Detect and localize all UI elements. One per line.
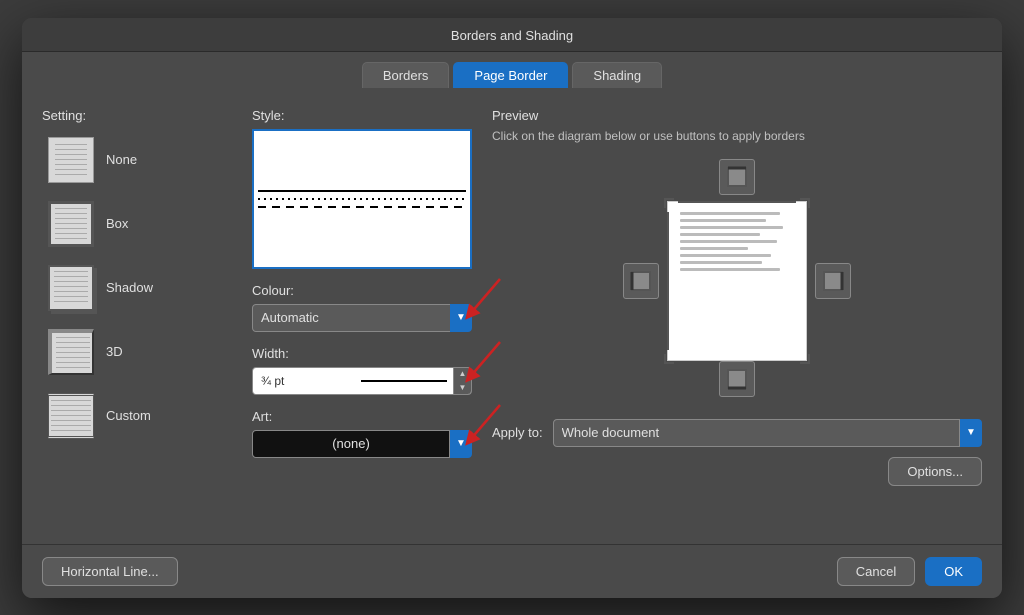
preview-bottom-row xyxy=(675,361,799,397)
setting-custom-icon xyxy=(48,393,94,439)
style-list[interactable] xyxy=(252,129,472,269)
preview-top-row xyxy=(675,159,799,195)
width-label: Width: xyxy=(252,346,472,361)
setting-shadow[interactable]: Shadow xyxy=(42,261,232,315)
width-stepper-down[interactable]: ▼ xyxy=(454,381,471,395)
style-line-solid[interactable] xyxy=(258,190,466,192)
preview-description: Click on the diagram below or use button… xyxy=(492,127,982,145)
tab-shading[interactable]: Shading xyxy=(572,62,662,88)
apply-to-select-wrap: Whole documentThis sectionThis section -… xyxy=(553,419,982,447)
setting-panel: Setting: None Box Shadow 3D Custom xyxy=(42,108,232,524)
borders-and-shading-dialog: Borders and Shading Borders Page Border … xyxy=(22,18,1002,598)
apply-to-select[interactable]: Whole documentThis sectionThis section -… xyxy=(553,419,960,447)
horizontal-line-button[interactable]: Horizontal Line... xyxy=(42,557,178,586)
preview-line-4 xyxy=(680,233,760,236)
width-stepper[interactable]: ▲ ▼ xyxy=(453,367,471,395)
art-select[interactable]: (none) xyxy=(252,430,450,458)
setting-none-icon xyxy=(48,137,94,183)
style-panel: Style: Colour: AutomaticBlackRedBlueGree… xyxy=(252,108,472,524)
preview-panel: Preview Click on the diagram below or us… xyxy=(492,108,982,524)
preview-border-top xyxy=(678,201,796,203)
preview-line-3 xyxy=(680,226,783,229)
apply-to-row: Apply to: Whole documentThis sectionThis… xyxy=(492,419,982,447)
setting-none-label: None xyxy=(106,152,137,167)
content-area: Setting: None Box Shadow 3D Custom xyxy=(22,88,1002,544)
options-button[interactable]: Options... xyxy=(888,457,982,486)
tab-page-border[interactable]: Page Border xyxy=(453,62,568,88)
colour-select[interactable]: AutomaticBlackRedBlueGreen xyxy=(252,304,468,332)
width-preview-line xyxy=(361,380,447,382)
footer-right: Cancel OK xyxy=(837,557,982,586)
preview-line-5 xyxy=(680,240,777,243)
preview-top-border-btn[interactable] xyxy=(719,159,755,195)
preview-line-8 xyxy=(680,261,762,264)
style-line-dashed[interactable] xyxy=(258,206,466,208)
preview-line-6 xyxy=(680,247,748,250)
art-row: (none) ▼ xyxy=(252,430,472,458)
setting-box-icon xyxy=(48,201,94,247)
setting-3d-icon xyxy=(48,329,94,375)
setting-shadow-icon xyxy=(48,265,94,311)
setting-custom[interactable]: Custom xyxy=(42,389,232,443)
colour-label: Colour: xyxy=(252,283,472,298)
tab-borders[interactable]: Borders xyxy=(362,62,450,88)
apply-to-label: Apply to: xyxy=(492,425,543,440)
preview-border-left xyxy=(667,212,669,350)
preview-controls xyxy=(492,159,982,403)
preview-label: Preview xyxy=(492,108,982,123)
options-row: Options... xyxy=(492,457,982,486)
preview-corner-tr xyxy=(800,198,810,208)
dialog-title: Borders and Shading xyxy=(22,18,1002,52)
preview-corner-tl xyxy=(664,198,674,208)
preview-line-7 xyxy=(680,254,771,257)
preview-right-border-btn[interactable] xyxy=(815,263,851,299)
art-value: (none) xyxy=(332,436,370,451)
preview-bottom-border-btn[interactable] xyxy=(719,361,755,397)
setting-box[interactable]: Box xyxy=(42,197,232,251)
art-label: Art: xyxy=(252,409,472,424)
style-line-dotted[interactable] xyxy=(258,198,466,200)
footer: Horizontal Line... Cancel OK xyxy=(22,544,1002,598)
width-row: ¾ pt ▲ ▼ xyxy=(252,367,472,395)
setting-shadow-label: Shadow xyxy=(106,280,153,295)
style-label: Style: xyxy=(252,108,472,123)
preview-left-border-btn[interactable] xyxy=(623,263,659,299)
preview-line-1 xyxy=(680,212,780,215)
preview-line-2 xyxy=(680,219,766,222)
setting-none[interactable]: None xyxy=(42,133,232,187)
setting-label: Setting: xyxy=(42,108,232,123)
ok-button[interactable]: OK xyxy=(925,557,982,586)
tabs-row: Borders Page Border Shading xyxy=(22,52,1002,88)
setting-box-label: Box xyxy=(106,216,128,231)
width-value: ¾ pt xyxy=(253,367,355,395)
apply-to-arrow: ▼ xyxy=(960,419,982,447)
setting-3d-label: 3D xyxy=(106,344,123,359)
width-stepper-up[interactable]: ▲ xyxy=(454,367,471,381)
art-dropdown-arrow[interactable]: ▼ xyxy=(450,430,472,458)
setting-3d[interactable]: 3D xyxy=(42,325,232,379)
cancel-button[interactable]: Cancel xyxy=(837,557,915,586)
preview-corner-br xyxy=(800,354,810,364)
preview-line-9 xyxy=(680,268,780,271)
preview-corner-bl xyxy=(664,354,674,364)
preview-middle-row xyxy=(623,201,851,361)
setting-custom-label: Custom xyxy=(106,408,151,423)
preview-document[interactable] xyxy=(667,201,807,361)
